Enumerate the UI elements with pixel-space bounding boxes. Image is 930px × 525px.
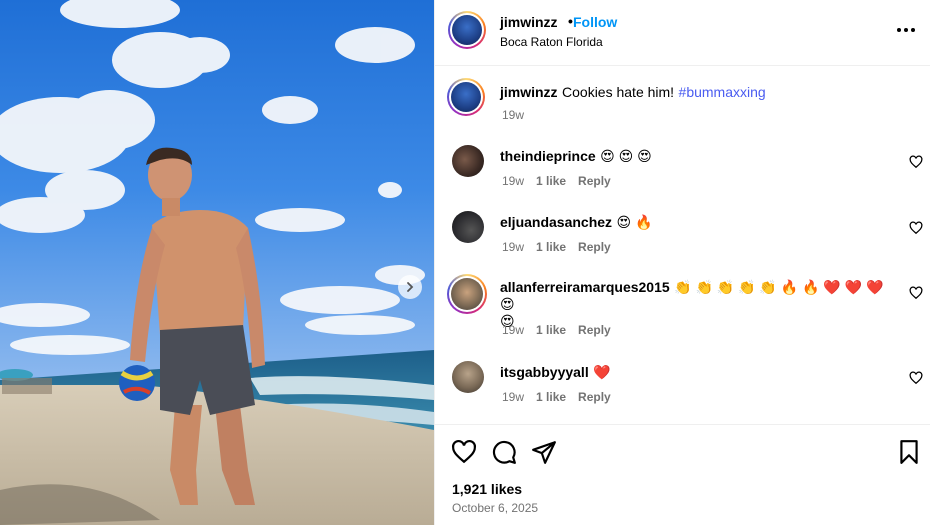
comment-time[interactable]: 19w bbox=[502, 240, 524, 254]
post-actions: 1,921 likes October 6, 2025 bbox=[435, 424, 930, 525]
comment-meta: 19w 1 like Reply bbox=[502, 390, 611, 404]
post-dialog: jimwinzz • Follow Boca Raton Florida jim… bbox=[0, 0, 930, 525]
bookmark-icon[interactable] bbox=[896, 439, 922, 465]
comment-meta: 19w 1 like Reply bbox=[502, 174, 611, 188]
author-avatar[interactable] bbox=[448, 11, 486, 49]
more-horizontal-icon[interactable] bbox=[897, 22, 917, 38]
follow-button[interactable]: Follow bbox=[573, 14, 617, 30]
post-photo[interactable] bbox=[0, 0, 434, 525]
comment-username[interactable]: eljuandasanchez bbox=[500, 214, 612, 230]
post-panel: jimwinzz • Follow Boca Raton Florida jim… bbox=[434, 0, 930, 525]
reply-button[interactable]: Reply bbox=[578, 240, 611, 254]
comment-meta: 19w 1 like Reply bbox=[502, 240, 611, 254]
comment-item: itsgabbyyyall ❤️ 19w 1 like Reply bbox=[447, 361, 927, 411]
comment-likes[interactable]: 1 like bbox=[536, 174, 566, 188]
comment-likes[interactable]: 1 like bbox=[536, 323, 566, 337]
comment-item: eljuandasanchez 😍 🔥 19w 1 like Reply bbox=[447, 211, 927, 261]
heart-icon[interactable] bbox=[909, 371, 923, 385]
comment-username[interactable]: allanferreiramarques2015 bbox=[500, 279, 670, 295]
commenter-avatar[interactable] bbox=[452, 145, 484, 177]
likes-count[interactable]: 1,921 likes bbox=[452, 481, 522, 497]
caption-timestamp[interactable]: 19w bbox=[502, 108, 524, 122]
heart-icon[interactable] bbox=[909, 286, 923, 300]
commenter-avatar[interactable] bbox=[452, 211, 484, 243]
caption-username[interactable]: jimwinzz bbox=[500, 84, 558, 100]
comment-time[interactable]: 19w bbox=[502, 390, 524, 404]
comment-text: 😍 🔥 bbox=[616, 214, 653, 230]
comment-text: ❤️ bbox=[593, 364, 611, 380]
caption-avatar[interactable] bbox=[447, 78, 485, 116]
comment-meta: 19w 1 like Reply bbox=[502, 323, 611, 337]
caption-text: Cookies hate him! bbox=[562, 84, 675, 100]
commenter-avatar[interactable] bbox=[452, 361, 484, 393]
like-heart-icon[interactable] bbox=[451, 439, 477, 465]
reply-button[interactable]: Reply bbox=[578, 174, 611, 188]
comment-time[interactable]: 19w bbox=[502, 323, 524, 337]
commenter-avatar[interactable] bbox=[447, 274, 487, 314]
reply-button[interactable]: Reply bbox=[578, 390, 611, 404]
reply-button[interactable]: Reply bbox=[578, 323, 611, 337]
comment-username[interactable]: itsgabbyyyall bbox=[500, 364, 589, 380]
comment-icon[interactable] bbox=[491, 439, 517, 465]
comment-text: 😍 😍 😍 bbox=[600, 148, 652, 164]
caption-hashtag[interactable]: #bummaxxing bbox=[679, 84, 766, 100]
author-username[interactable]: jimwinzz bbox=[500, 14, 558, 30]
heart-icon[interactable] bbox=[909, 221, 923, 235]
comment-time[interactable]: 19w bbox=[502, 174, 524, 188]
heart-icon[interactable] bbox=[909, 155, 923, 169]
comment-likes[interactable]: 1 like bbox=[536, 390, 566, 404]
comment-likes[interactable]: 1 like bbox=[536, 240, 566, 254]
comment-username[interactable]: theindieprince bbox=[500, 148, 596, 164]
post-header: jimwinzz • Follow Boca Raton Florida bbox=[435, 0, 930, 66]
comment-item: allanferreiramarques2015 👏 👏 👏 👏 👏 🔥 🔥 ❤… bbox=[447, 274, 927, 344]
beach-photo bbox=[0, 0, 434, 525]
post-date[interactable]: October 6, 2025 bbox=[452, 501, 538, 515]
next-photo-button[interactable] bbox=[398, 275, 422, 299]
caption: jimwinzz Cookies hate him! #bummaxxing 1… bbox=[447, 78, 917, 128]
location-link[interactable]: Boca Raton Florida bbox=[500, 35, 603, 49]
chevron-right-icon bbox=[407, 282, 414, 292]
send-icon[interactable] bbox=[531, 439, 557, 465]
comment-item: theindieprince 😍 😍 😍 19w 1 like Reply bbox=[447, 145, 927, 195]
